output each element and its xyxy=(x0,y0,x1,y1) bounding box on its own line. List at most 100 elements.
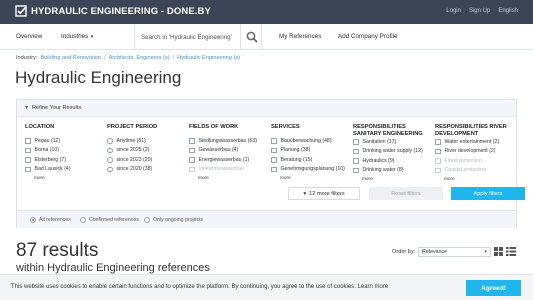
filter-option: Coastal protection xyxy=(435,166,515,176)
filter-sanitary-engineering: RESPONSIBILITIES SANITARY ENGINEERING Sa… xyxy=(353,124,433,182)
learn-more-link[interactable]: Learn more xyxy=(358,284,389,290)
radio-button[interactable] xyxy=(80,217,86,223)
filter-option[interactable]: Water entertainment (2) xyxy=(435,137,515,147)
checkbox[interactable] xyxy=(25,166,31,172)
filter-project-period: PROJECT PERIOD Anytime (81) since 2025 (… xyxy=(107,124,187,174)
more-link[interactable]: more xyxy=(34,174,105,181)
filter-option[interactable]: Planung (38) xyxy=(271,146,351,156)
checkbox[interactable] xyxy=(435,148,441,154)
checkbox[interactable] xyxy=(271,157,277,163)
main-nav: Overview Industries ▾ My References Add … xyxy=(0,24,533,50)
checkbox[interactable] xyxy=(353,158,359,164)
filter-option[interactable]: since 2023 (20) xyxy=(107,155,187,165)
nav-industries[interactable]: Industries ▾ xyxy=(61,33,93,40)
language-link[interactable]: English xyxy=(498,8,518,14)
radio-button[interactable] xyxy=(144,217,150,223)
radio-button[interactable] xyxy=(107,157,113,163)
list-view-icon[interactable] xyxy=(506,247,516,256)
radio-button[interactable] xyxy=(107,138,113,144)
order-by-value: Relevance xyxy=(422,249,448,255)
top-links: Login Sign Up English xyxy=(446,8,518,14)
filter-option[interactable]: Borna (10) xyxy=(25,146,105,156)
filter-option[interactable]: Genehmigungsplanung (10) xyxy=(271,165,351,175)
filter-option[interactable]: Beratung (15) xyxy=(271,155,351,165)
checkbox[interactable] xyxy=(25,147,31,153)
more-link[interactable]: more xyxy=(444,175,515,182)
grid-view-icon[interactable] xyxy=(494,247,503,256)
filter-option[interactable]: Elsterberg (7) xyxy=(25,155,105,165)
radio-button[interactable] xyxy=(30,217,36,223)
filter-option[interactable]: River development (2) xyxy=(435,147,515,157)
filter-option[interactable]: Drinking water supply (12) xyxy=(353,147,433,157)
filter-option[interactable]: since 2025 (2) xyxy=(107,146,187,156)
filter-title: LOCATION xyxy=(25,124,55,130)
reset-filters-button[interactable]: Reset filters xyxy=(369,187,443,200)
filter-option: Flood protection xyxy=(435,156,515,166)
search-button[interactable] xyxy=(240,24,262,50)
filter-title: RESPONSIBILITIES RIVER DEVELOPMENT xyxy=(435,124,507,137)
filter-option-label: Drinking water supply (12) xyxy=(362,148,423,155)
apply-filters-button[interactable]: Apply filters xyxy=(451,187,525,200)
checkbox[interactable] xyxy=(271,138,277,144)
nav-my-references[interactable]: My References xyxy=(279,33,321,40)
breadcrumb-item[interactable]: Hydraulic Engineering (s) xyxy=(177,55,240,61)
filter-option[interactable]: Energiewasserbau (1) xyxy=(189,155,269,165)
order-by-select[interactable]: Relevance ▾ xyxy=(418,247,491,257)
radio-button[interactable] xyxy=(107,166,113,172)
breadcrumb: Industry: Building and Renovation / Arch… xyxy=(16,55,240,61)
breadcrumb-item[interactable]: Architects, Engineers (s) xyxy=(109,55,170,61)
filter-option-label: Borna (10) xyxy=(34,147,60,154)
checkbox[interactable] xyxy=(189,157,195,163)
checkbox[interactable] xyxy=(353,167,359,173)
scope-all-references[interactable]: All references xyxy=(30,217,71,223)
filter-option[interactable]: Gewässerbau (4) xyxy=(189,146,269,156)
checkbox[interactable] xyxy=(353,148,359,154)
scope-label: All references xyxy=(39,217,71,223)
checkbox[interactable] xyxy=(435,139,441,145)
checkbox[interactable] xyxy=(271,166,277,172)
more-link[interactable]: more xyxy=(198,174,269,181)
search-input[interactable] xyxy=(141,30,239,44)
brand-title: HYDRAULIC ENGINEERING - DONE.BY xyxy=(31,5,211,17)
checkbox[interactable] xyxy=(25,157,31,163)
filter-option[interactable]: Bad Lausick (4) xyxy=(25,165,105,175)
filter-option[interactable]: Drinking water (8) xyxy=(353,166,433,176)
filter-option-label: Planung (38) xyxy=(280,147,311,154)
filter-option[interactable]: Siedlungswasserbau (63) xyxy=(189,136,269,146)
filter-option[interactable]: Hydraulics (9) xyxy=(353,156,433,166)
checkbox[interactable] xyxy=(353,139,359,145)
checkbox[interactable] xyxy=(189,147,195,153)
filter-option[interactable]: Anytime (81) xyxy=(107,136,187,146)
scope-label: Only ongoing projects xyxy=(153,217,204,223)
filter-option[interactable]: Sanitation (17) xyxy=(353,137,433,147)
scope-confirmed-references[interactable]: Confirmed references xyxy=(80,217,139,223)
more-link[interactable]: more xyxy=(362,175,433,182)
checkbox xyxy=(189,166,195,172)
brand-logo[interactable]: HYDRAULIC ENGINEERING - DONE.BY xyxy=(15,5,211,17)
checkbox[interactable] xyxy=(189,138,195,144)
scope-ongoing-projects[interactable]: Only ongoing projects xyxy=(144,217,203,223)
filter-services: SERVICES Bauüberwachung (48) Planung (38… xyxy=(271,124,351,181)
refine-toggle[interactable]: ▼ Refine Your Results xyxy=(17,100,516,117)
filter-option-label: Pegau (12) xyxy=(34,137,61,144)
filter-option[interactable]: Pegau (12) xyxy=(25,136,105,146)
breadcrumb-separator: / xyxy=(104,55,106,61)
filter-option[interactable]: Bauüberwachung (48) xyxy=(271,136,351,146)
more-link[interactable]: more xyxy=(280,174,351,181)
chevron-down-icon: ▾ xyxy=(303,190,307,197)
login-link[interactable]: Login xyxy=(446,8,461,14)
radio-button[interactable] xyxy=(107,147,113,153)
filter-fields-of-work: FIELDS OF WORK Siedlungswasserbau (63) G… xyxy=(189,124,269,181)
accept-cookies-button[interactable]: Agreed! xyxy=(466,280,521,296)
checkbox[interactable] xyxy=(271,147,277,153)
nav-add-company-profile[interactable]: Add Company Profile xyxy=(338,33,398,40)
filter-option-label: Verkehrswasserbau xyxy=(198,166,245,173)
signup-link[interactable]: Sign Up xyxy=(469,8,490,14)
more-filters-button[interactable]: ▾ 12 more filters xyxy=(288,187,360,200)
filter-option[interactable]: since 2020 (38) xyxy=(107,165,187,175)
filter-option-label: Gewässerbau (4) xyxy=(198,147,239,154)
checkbox[interactable] xyxy=(25,138,31,144)
breadcrumb-item[interactable]: Building and Renovation xyxy=(40,55,101,61)
nav-overview[interactable]: Overview xyxy=(16,33,42,40)
filter-option-label: Siedlungswasserbau (63) xyxy=(198,137,258,144)
